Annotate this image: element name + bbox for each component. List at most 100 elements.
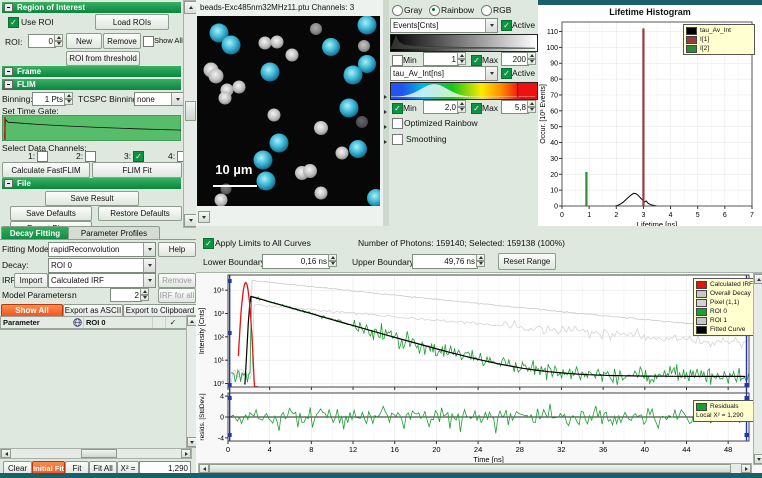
rgb-mode-radio[interactable] [481,5,492,16]
channel-checkbox[interactable] [85,151,96,162]
gray-bead [214,194,227,206]
cyan-bead [270,134,289,153]
section-header-flim[interactable]: FLIM [2,79,181,90]
remove-roi-button[interactable]: Remove [103,33,141,49]
legend-entry: ROI 0 [696,307,760,316]
smoothing-label: Smoothing [406,134,447,144]
layer1-max-label: Max [482,55,498,65]
calculate-fastflim-button[interactable]: Calculate FastFLIM [2,162,90,178]
smoothing-checkbox[interactable] [392,134,403,145]
legend-entry: Overall Decay [696,289,760,298]
layer1-min-label: Min [403,55,417,65]
upper-boundary-stepper[interactable] [476,254,485,267]
section-header-roi[interactable]: Region of Interest [2,2,181,13]
irf-remove-button[interactable]: Remove [158,273,196,288]
channel-label: 3: [124,151,131,161]
binning-field[interactable]: 1 Pts [32,92,66,106]
layer2-max-field[interactable]: 5,8 [501,100,529,114]
lower-boundary-field[interactable]: 0,16 ns [262,254,330,269]
lower-boundary-stepper[interactable] [328,254,337,267]
model-params-n-label: n [72,290,77,300]
legend-entry: Residuals [696,402,760,411]
model-params-field[interactable]: 2 [110,288,142,302]
collapse-icon[interactable] [4,179,13,188]
svg-text:1: 1 [587,212,591,219]
layer1-max-field[interactable]: 200 [501,52,529,66]
rgb-mode-label: RGB [493,5,511,15]
reset-range-button[interactable]: Reset Range [498,253,556,270]
flim-fit-button[interactable]: FLIM Fit [92,162,182,178]
save-defaults-button[interactable]: Save Defaults [10,206,92,221]
layer2-max-stepper[interactable] [527,100,536,113]
parameter-table: Parameter ROI 0 ✓ [0,316,188,330]
layer2-min-stepper[interactable] [457,100,466,113]
model-params-label: Model Parameters: [2,290,74,300]
channel-checkbox[interactable] [37,151,48,162]
cyan-bead [367,189,380,206]
cyan-bead [253,151,272,170]
layer1-min-field[interactable]: 1 [423,52,459,66]
layer1-max-stepper[interactable] [527,52,536,65]
irf-for-all-button[interactable]: IRF for all [158,288,196,303]
roi-from-threshold-button[interactable]: ROI from threshold [66,51,140,66]
legend-swatch [696,308,707,316]
layer1-active-checkbox[interactable]: ✓ [501,20,512,31]
section-title: File [17,179,31,188]
collapse-icon[interactable] [4,67,13,76]
events-gradient-bar[interactable] [390,34,538,52]
show-all-label: Show All [154,36,183,45]
layer2-name: tau_Av_Int[ns] [393,69,444,78]
gray-mode-radio[interactable] [392,5,403,16]
collapse-icon[interactable] [4,3,13,12]
layer1-max-checkbox[interactable]: ✓ [471,55,482,66]
irf-dropdown[interactable]: Calculated IRF [48,273,156,288]
tab-parameter-profiles[interactable]: Parameter Profiles [68,226,160,240]
tau-gradient-bar[interactable] [390,82,538,100]
decay-vscrollbar[interactable] [753,273,762,465]
roi-number-stepper[interactable] [54,34,63,47]
irf-import-button[interactable]: Import [14,273,48,288]
layer1-dropdown[interactable]: Events[Cnts] [390,18,498,33]
table-hscrollbar[interactable] [0,448,192,459]
new-roi-button[interactable]: New [66,33,102,49]
layer1-min-stepper[interactable] [457,52,466,65]
svg-text:4: 4 [220,394,224,401]
section-header-file[interactable]: File [2,178,181,189]
layer2-max-checkbox[interactable]: ✓ [471,103,482,114]
binning-stepper[interactable] [64,92,73,105]
legend-swatch [696,326,707,334]
tcspc-binning-dropdown[interactable]: none [134,92,184,106]
rainbow-mode-radio[interactable] [429,5,440,16]
decay-dropdown[interactable]: ROI 0 [48,258,156,273]
flim-image[interactable]: 10 µm [197,16,380,206]
scale-bar-label: 10 µm [215,162,252,177]
channel-label: 4: [168,151,175,161]
fitting-model-dropdown[interactable]: rapidReconvolution [48,242,156,257]
time-gate-plot[interactable] [2,115,181,141]
apply-limits-checkbox[interactable]: ✓ [203,238,214,249]
layer1-min-checkbox[interactable] [392,55,403,66]
use-roi-checkbox[interactable]: ✓ [8,17,19,28]
section-header-frame[interactable]: Frame [2,66,181,77]
layer2-dropdown[interactable]: tau_Av_Int[ns] [390,66,498,81]
tab-decay-fitting[interactable]: Decay Fitting [1,226,69,240]
svg-text:28: 28 [516,445,524,454]
load-rois-button[interactable]: Load ROIs [95,14,169,30]
model-params-stepper[interactable] [140,288,149,301]
image-collapse-button[interactable] [198,211,210,223]
roi-number-field[interactable]: 0 [28,34,56,48]
layer2-min-field[interactable]: 2,0 [423,100,459,114]
cyan-bead [343,65,362,84]
collapse-icon[interactable] [4,80,13,89]
optimized-rainbow-checkbox[interactable] [392,118,403,129]
upper-boundary-field[interactable]: 49,76 ns [412,254,478,269]
restore-defaults-button[interactable]: Restore Defaults [98,206,182,221]
show-all-checkbox[interactable] [143,36,154,47]
layer2-min-label: Min [403,103,417,113]
image-title: beads-Exc485nm32MHz11.ptu Channels: 3 [200,3,354,12]
channel-checkbox[interactable]: ✓ [133,151,144,162]
layer2-min-checkbox[interactable]: ✓ [392,103,403,114]
help-button[interactable]: Help [158,242,196,257]
save-result-button[interactable]: Save Result [45,191,139,206]
layer2-active-checkbox[interactable]: ✓ [501,68,512,79]
